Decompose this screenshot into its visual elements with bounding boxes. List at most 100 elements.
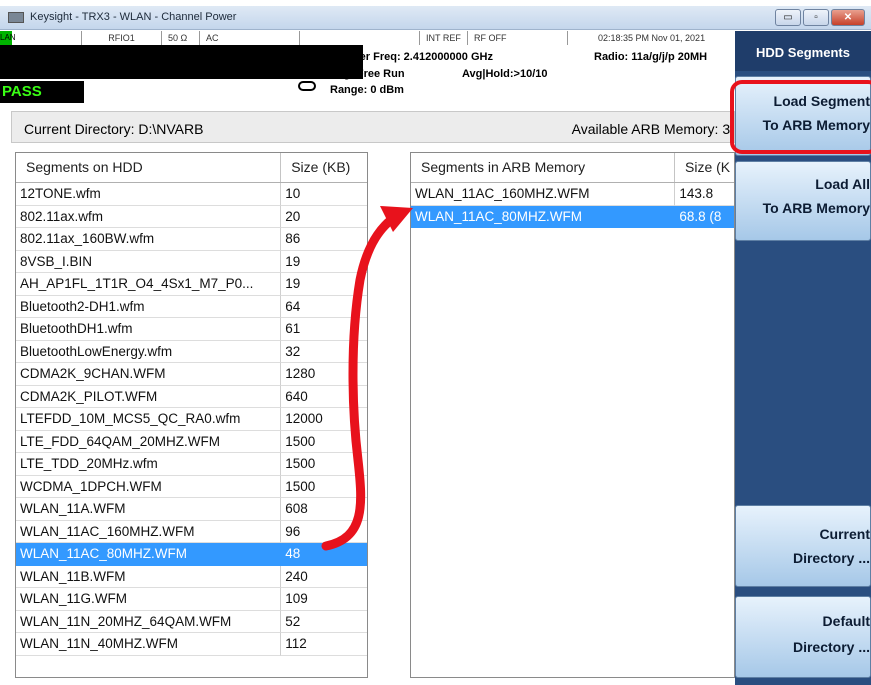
hdd-segments-table[interactable]: Segments on HDD Size (KB) 12TONE.wfm 10 80… [15,152,368,678]
center-freq: ter Freq: 2.412000000 GHz [356,51,493,63]
hdd-table-header: Segments on HDD Size (KB) [16,153,367,183]
available-arb-memory: Available ARB Memory: 3. [571,121,734,137]
table-row[interactable]: WLAN_11G.WFM 109 [16,588,367,611]
table-row[interactable]: LTE_FDD_64QAM_20MHZ.WFM 1500 [16,430,367,453]
table-row[interactable]: WLAN_11AC_80MHZ.WFM 48 [16,543,367,566]
segment-name-cell: LTE_TDD_20MHz.wfm [16,453,282,476]
menu-title: HDD Segments [735,31,871,71]
segment-name-cell: 802.11ax.wfm [16,205,282,228]
segment-size-cell: 52 [281,611,367,633]
segment-size-cell: 19 [281,251,367,273]
segment-name-cell: WLAN_11AC_160MHZ.WFM [16,520,282,543]
segment-size-cell: 64 [281,296,367,318]
table-row[interactable]: AH_AP1FL_1T1R_O4_4Sx1_M7_P0... 19 [16,273,367,296]
table-row[interactable]: WLAN_11B.WFM 240 [16,565,367,588]
load-all-label-1: Load All [815,176,870,192]
segment-size-cell: 68.8 (8 [675,205,734,228]
table-row[interactable]: CDMA2K_9CHAN.WFM 1280 [16,363,367,386]
col-header-name[interactable]: Segments on HDD [16,153,282,182]
directory-bar: Current Directory: D:\NVARB Available AR… [11,111,735,143]
segment-size-cell: 12000 [281,408,367,431]
table-row[interactable]: BluetoothLowEnergy.wfm 32 [16,340,367,363]
segment-name-cell: 8VSB_I.BIN [16,250,282,273]
status-message-bar [0,45,363,79]
col-header-size[interactable]: Size (KB) [281,153,367,182]
table-row[interactable]: Bluetooth2-DH1.wfm 64 [16,295,367,318]
segment-name-cell: Bluetooth2-DH1.wfm [16,295,282,318]
table-row[interactable]: BluetoothDH1.wfm 61 [16,318,367,341]
avg-hold: Avg|Hold:>10/10 [462,68,548,80]
app-icon [8,12,24,23]
load-all-button[interactable]: Load All To ARB Memory [735,161,871,241]
table-row[interactable]: 802.11ax_160BW.wfm 86 [16,228,367,251]
segment-size-cell: 48 [281,543,367,566]
table-row[interactable]: 8VSB_I.BIN 19 [16,250,367,273]
hdd-table-body: 12TONE.wfm 10 802.11ax.wfm 20 802.11ax_160BW… [16,183,367,656]
segment-name-cell: 12TONE.wfm [16,183,282,206]
segment-name-cell: WLAN_11N_20MHZ_64QAM.WFM [16,610,282,633]
load-all-label-2: To ARB Memory [762,200,870,216]
segment-name-cell: BluetoothDH1.wfm [16,318,282,341]
col-header-name[interactable]: Segments in ARB Memory [411,153,675,182]
segment-name-cell: AH_AP1FL_1T1R_O4_4Sx1_M7_P0... [16,273,282,296]
segment-name-cell: WLAN_11G.WFM [16,588,282,611]
segment-size-cell: 19 [281,273,367,296]
rf-off-indicator: RF OFF [468,31,568,45]
close-button[interactable]: ✕ [831,9,865,26]
segment-size-cell: 608 [281,498,367,521]
window-title: Keysight - TRX3 - WLAN - Channel Power [30,11,237,23]
table-row[interactable]: WLAN_11N_40MHZ.WFM 112 [16,633,367,656]
annotation-highlight-box [730,80,871,154]
table-row[interactable]: LTEFDD_10M_MCS5_QC_RA0.wfm 12000 [16,408,367,431]
segment-name-cell: 802.11ax_160BW.wfm [16,228,282,251]
segment-size-cell: 1500 [281,476,367,498]
segment-size-cell: 20 [281,206,367,228]
segment-name-cell: WLAN_11AC_80MHZ.WFM [411,205,676,228]
table-row[interactable]: 802.11ax.wfm 20 [16,205,367,228]
radio-standard: Radio: 11a/g/j/p 20MH [594,51,708,63]
window-controls: ▭ ▫ ✕ [775,9,865,26]
table-row[interactable]: CDMA2K_PILOT.WFM 640 [16,385,367,408]
table-row[interactable]: WCDMA_1DPCH.WFM 1500 [16,475,367,498]
current-directory-label-2: Directory ... [792,550,870,566]
col-header-size[interactable]: Size (K [675,153,734,182]
trigger-loop-icon [298,81,316,91]
table-row[interactable]: WLAN_11N_20MHZ_64QAM.WFM 52 [16,610,367,633]
segment-size-cell: 640 [281,386,367,408]
segment-size-cell: 1500 [281,453,367,476]
segment-name-cell: WCDMA_1DPCH.WFM [16,475,282,498]
table-row[interactable]: WLAN_11AC_80MHZ.WFM 68.8 (8 [411,205,734,228]
current-directory-button[interactable]: Current Directory ... [735,505,871,587]
segment-size-cell: 86 [281,228,367,251]
segment-name-cell: WLAN_11N_40MHZ.WFM [16,633,282,656]
arb-segments-table[interactable]: Segments in ARB Memory Size (K WLAN_11AC… [410,152,735,678]
maximize-button[interactable]: ▫ [803,9,829,26]
segment-size-cell: 240 [281,566,367,588]
table-row[interactable]: LTE_TDD_20MHz.wfm 1500 [16,453,367,476]
segment-name-cell: BluetoothLowEnergy.wfm [16,340,282,363]
segment-size-cell: 109 [281,588,367,611]
segment-name-cell: WLAN_11AC_80MHZ.WFM [16,543,282,566]
datetime: 02:18:35 PM Nov 01, 2021 [598,33,706,43]
segment-size-cell: 32 [281,341,367,363]
current-directory-label-1: Current [819,526,870,542]
rfio-indicator: RFIO1 [82,31,162,45]
table-row[interactable]: WLAN_11AC_160MHZ.WFM 96 [16,520,367,543]
segment-name-cell: WLAN_11AC_160MHZ.WFM [411,183,676,206]
segment-name-cell: WLAN_11B.WFM [16,565,282,588]
arrow-head [380,206,413,232]
segment-size-cell: 112 [281,633,367,656]
segment-name-cell: WLAN_11A.WFM [16,498,282,521]
table-row[interactable]: 12TONE.wfm 10 [16,183,367,206]
table-row[interactable]: WLAN_11AC_160MHZ.WFM 143.8 [411,183,734,206]
trigger-mode: Trig: Free Run [330,68,405,80]
minimize-button[interactable]: ▭ [775,9,801,26]
table-row[interactable]: WLAN_11A.WFM 608 [16,498,367,521]
default-directory-button[interactable]: Default Directory ... [735,596,871,678]
arb-table-header: Segments in ARB Memory Size (K [411,153,734,183]
segment-name-cell: CDMA2K_PILOT.WFM [16,385,282,408]
current-directory-label: Current Directory: D:\NVARB [24,121,204,137]
segment-name-cell: LTEFDD_10M_MCS5_QC_RA0.wfm [16,408,282,431]
int-ref-indicator: INT REF [420,31,468,45]
segment-size-cell: 61 [281,318,367,341]
